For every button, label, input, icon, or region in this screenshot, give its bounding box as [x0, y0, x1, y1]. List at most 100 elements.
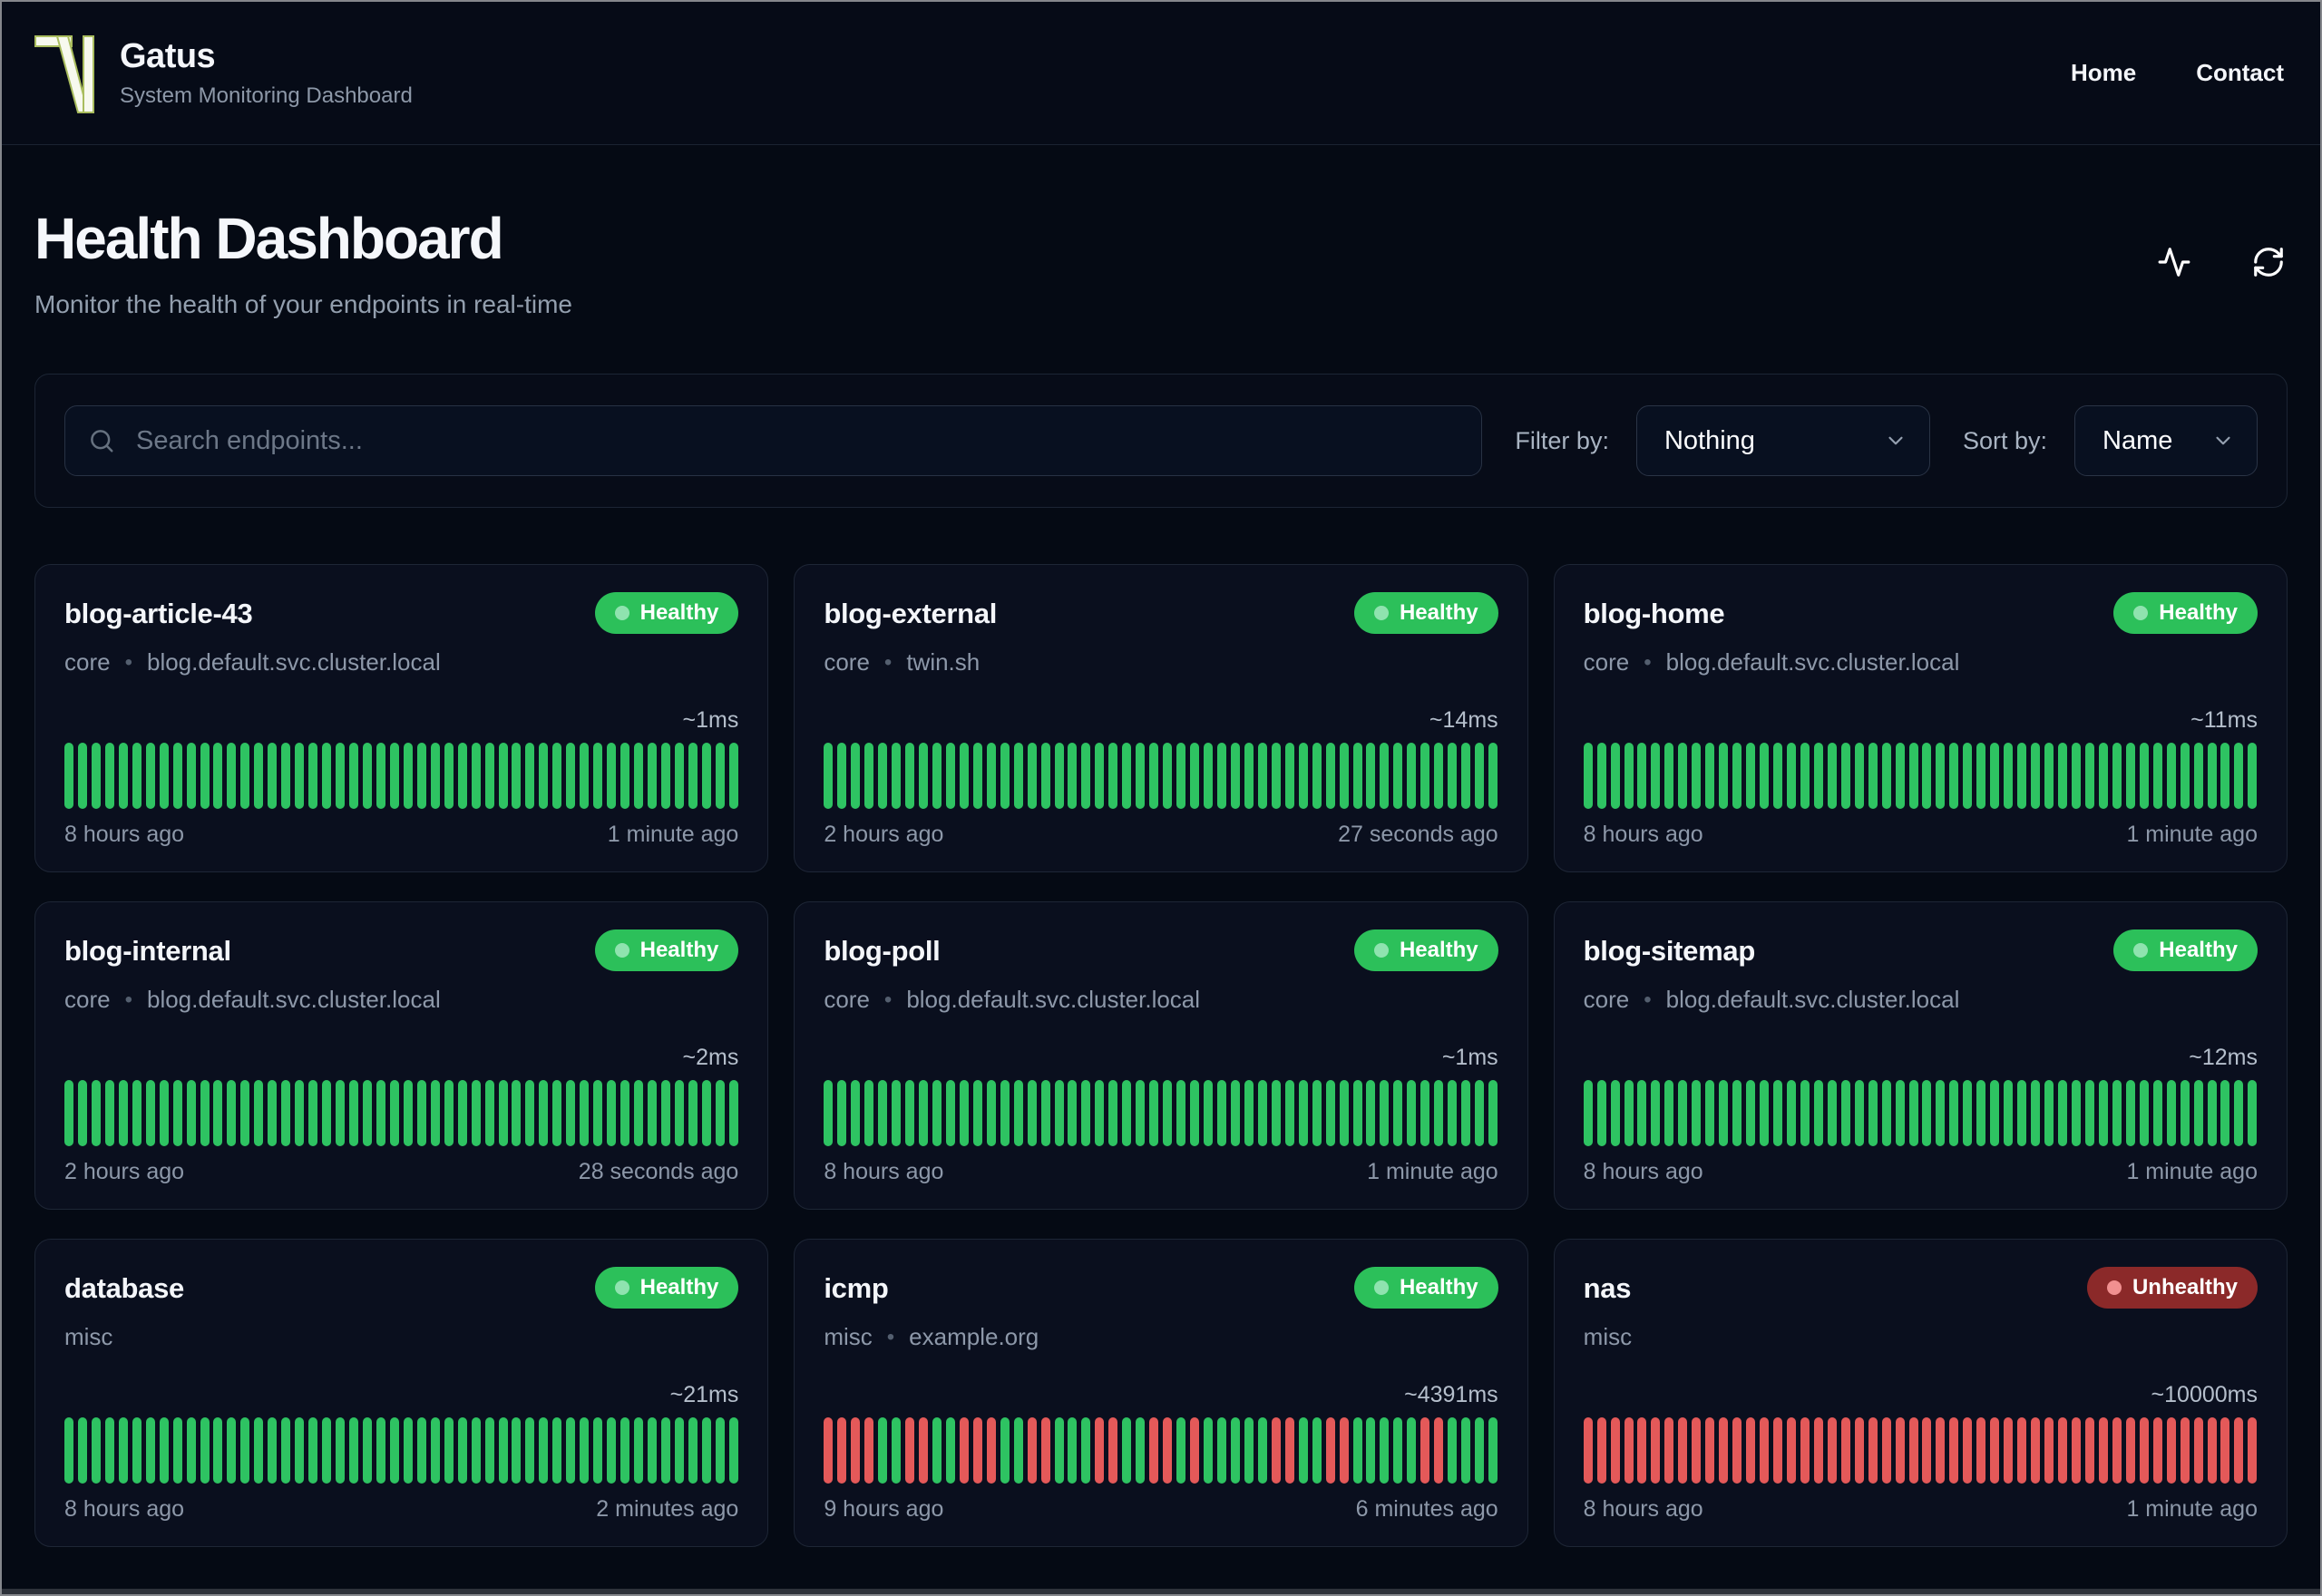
uptime-bar-failure[interactable]: [1786, 1417, 1796, 1484]
uptime-bar-success[interactable]: [2207, 1080, 2217, 1146]
uptime-bar-success[interactable]: [336, 1080, 346, 1146]
uptime-bar-failure[interactable]: [1637, 1417, 1647, 1484]
uptime-bar-success[interactable]: [715, 1417, 725, 1484]
uptime-bar-success[interactable]: [1054, 743, 1064, 809]
uptime-bar-success[interactable]: [1325, 743, 1335, 809]
uptime-bar-success[interactable]: [837, 1080, 847, 1146]
uptime-bar-success[interactable]: [2017, 1080, 2027, 1146]
uptime-bar-success[interactable]: [892, 1417, 902, 1484]
uptime-bar-success[interactable]: [444, 743, 454, 809]
uptime-bar-success[interactable]: [1081, 1417, 1091, 1484]
uptime-bar-success[interactable]: [376, 1080, 385, 1146]
uptime-bar-success[interactable]: [362, 743, 372, 809]
uptime-bar-success[interactable]: [1854, 743, 1864, 809]
uptime-bar-success[interactable]: [539, 1417, 549, 1484]
uptime-bar-success[interactable]: [1461, 1080, 1471, 1146]
uptime-bar-success[interactable]: [1461, 1417, 1471, 1484]
search-input[interactable]: [64, 405, 1483, 476]
uptime-bar-success[interactable]: [1678, 743, 1688, 809]
uptime-bar-success[interactable]: [1149, 743, 1159, 809]
uptime-bar-success[interactable]: [1136, 1080, 1146, 1146]
uptime-bar-success[interactable]: [403, 743, 413, 809]
uptime-bar-success[interactable]: [539, 1080, 549, 1146]
uptime-bar-success[interactable]: [145, 1080, 155, 1146]
uptime-bar-success[interactable]: [1407, 1080, 1417, 1146]
uptime-bar-failure[interactable]: [1678, 1417, 1688, 1484]
uptime-bar-success[interactable]: [2180, 1080, 2190, 1146]
uptime-bar-success[interactable]: [1190, 1080, 1200, 1146]
uptime-bar-success[interactable]: [851, 1080, 861, 1146]
uptime-bar-success[interactable]: [660, 1417, 670, 1484]
uptime-bar-success[interactable]: [308, 1417, 318, 1484]
uptime-bar-success[interactable]: [1257, 1417, 1267, 1484]
uptime-bar-success[interactable]: [118, 743, 128, 809]
uptime-bar-success[interactable]: [2058, 1080, 2068, 1146]
uptime-bar-success[interactable]: [660, 1080, 670, 1146]
uptime-bar-success[interactable]: [1705, 743, 1715, 809]
uptime-bar-failure[interactable]: [2125, 1417, 2135, 1484]
uptime-bar-success[interactable]: [1204, 1080, 1214, 1146]
uptime-bar-failure[interactable]: [1420, 1417, 1430, 1484]
uptime-bar-success[interactable]: [64, 1417, 73, 1484]
uptime-bar-success[interactable]: [1692, 1080, 1702, 1146]
uptime-bar-failure[interactable]: [1827, 1417, 1837, 1484]
uptime-bar-success[interactable]: [1122, 743, 1132, 809]
uptime-bar-failure[interactable]: [2031, 1417, 2041, 1484]
uptime-bar-success[interactable]: [1393, 1417, 1403, 1484]
uptime-bar-success[interactable]: [2044, 1080, 2054, 1146]
uptime-bar-success[interactable]: [552, 743, 562, 809]
uptime-bar-success[interactable]: [728, 743, 738, 809]
uptime-bar-success[interactable]: [240, 1417, 250, 1484]
uptime-bar-failure[interactable]: [1732, 1417, 1742, 1484]
uptime-bar-success[interactable]: [1908, 743, 1918, 809]
uptime-bar-success[interactable]: [1868, 743, 1878, 809]
uptime-bar-success[interactable]: [2112, 743, 2122, 809]
uptime-bar-success[interactable]: [1800, 743, 1810, 809]
uptime-bar-success[interactable]: [1027, 1080, 1037, 1146]
uptime-bar-success[interactable]: [1976, 1080, 1986, 1146]
uptime-bar-success[interactable]: [430, 1080, 440, 1146]
uptime-bar-success[interactable]: [1230, 1417, 1240, 1484]
uptime-bar-success[interactable]: [1000, 1417, 1010, 1484]
uptime-bar-success[interactable]: [2166, 1080, 2176, 1146]
uptime-bar-success[interactable]: [1448, 1080, 1458, 1146]
uptime-bar-failure[interactable]: [1746, 1417, 1756, 1484]
uptime-bar-success[interactable]: [634, 743, 644, 809]
uptime-bar-success[interactable]: [1420, 743, 1430, 809]
uptime-bar-failure[interactable]: [1854, 1417, 1864, 1484]
uptime-bar-success[interactable]: [1448, 743, 1458, 809]
uptime-bar-success[interactable]: [701, 1417, 711, 1484]
uptime-bar-success[interactable]: [945, 1080, 955, 1146]
uptime-bar-failure[interactable]: [2248, 1417, 2258, 1484]
uptime-bar-success[interactable]: [322, 1080, 332, 1146]
uptime-bar-success[interactable]: [959, 1080, 969, 1146]
uptime-bar-success[interactable]: [593, 1417, 603, 1484]
uptime-bar-failure[interactable]: [1719, 1417, 1729, 1484]
uptime-bar-success[interactable]: [1163, 1080, 1173, 1146]
uptime-bar-success[interactable]: [254, 1080, 264, 1146]
uptime-bar-success[interactable]: [1257, 1080, 1267, 1146]
uptime-bar-success[interactable]: [1922, 1080, 1932, 1146]
uptime-bar-failure[interactable]: [2166, 1417, 2176, 1484]
uptime-bar-success[interactable]: [77, 743, 87, 809]
uptime-bar-success[interactable]: [512, 743, 522, 809]
uptime-bar-success[interactable]: [1434, 743, 1444, 809]
uptime-bar-success[interactable]: [1352, 1080, 1362, 1146]
uptime-bar-success[interactable]: [2098, 743, 2108, 809]
uptime-bar-failure[interactable]: [851, 1417, 861, 1484]
uptime-bar-success[interactable]: [580, 1080, 590, 1146]
uptime-bar-success[interactable]: [1054, 1080, 1064, 1146]
uptime-bar-success[interactable]: [1122, 1080, 1132, 1146]
uptime-bar-success[interactable]: [200, 743, 210, 809]
uptime-bar-success[interactable]: [457, 1080, 467, 1146]
uptime-bar-success[interactable]: [1013, 1417, 1023, 1484]
uptime-bar-success[interactable]: [2193, 1080, 2203, 1146]
uptime-bar-success[interactable]: [1637, 1080, 1647, 1146]
uptime-bar-success[interactable]: [824, 743, 834, 809]
uptime-bar-success[interactable]: [1027, 743, 1037, 809]
uptime-bar-failure[interactable]: [1271, 1417, 1281, 1484]
uptime-bar-success[interactable]: [2193, 743, 2203, 809]
uptime-bar-success[interactable]: [864, 1080, 874, 1146]
nav-link-home[interactable]: Home: [2071, 59, 2136, 87]
uptime-bar-success[interactable]: [919, 1080, 928, 1146]
